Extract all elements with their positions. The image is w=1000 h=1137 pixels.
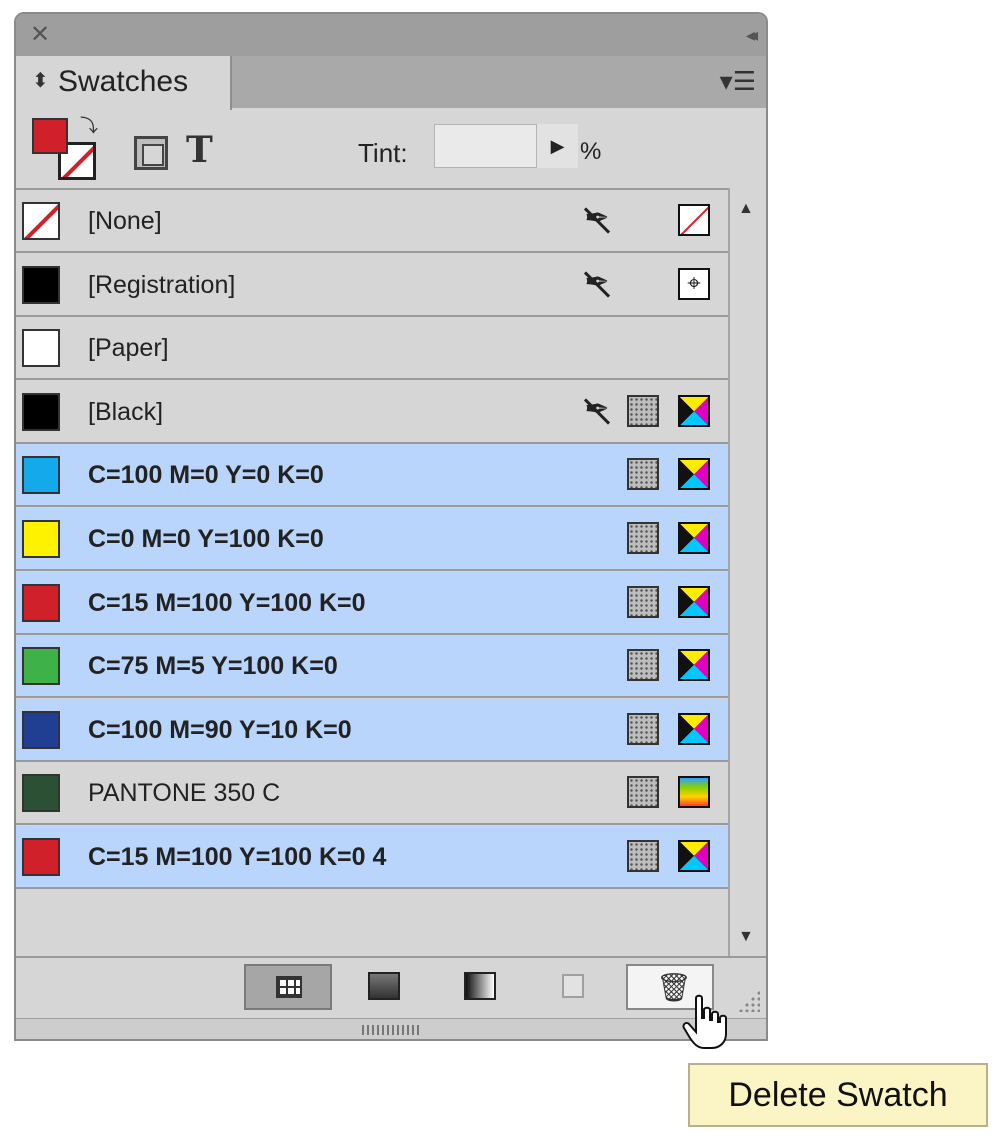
none-mode-icon bbox=[678, 204, 710, 236]
swatch-list-scrollbar[interactable]: ▲ ▼ bbox=[728, 188, 766, 956]
swatch-name: PANTONE 350 C bbox=[88, 779, 281, 808]
delete-swatch-tooltip: Delete Swatch bbox=[688, 1063, 988, 1127]
process-color-icon bbox=[627, 840, 659, 872]
new-swatch-button[interactable] bbox=[554, 964, 594, 1010]
hand-pointer-cursor-icon bbox=[682, 994, 727, 1049]
swatch-row[interactable]: C=100 M=0 Y=0 K=0 bbox=[16, 444, 728, 508]
cmyk-mode-icon bbox=[678, 522, 710, 554]
cmyk-mode-icon bbox=[678, 712, 710, 745]
swatch-name: C=100 M=90 Y=10 K=0 bbox=[88, 715, 352, 744]
process-color-icon bbox=[627, 585, 659, 618]
gradient-swatch-icon bbox=[464, 972, 496, 1000]
swatch-name: C=15 M=100 Y=100 K=0 4 bbox=[88, 843, 387, 871]
close-icon[interactable]: ✕ bbox=[30, 20, 50, 50]
swatch-row[interactable]: C=100 M=90 Y=10 K=0 bbox=[16, 698, 728, 762]
cmyk-mode-icon bbox=[678, 394, 710, 427]
swatch-row[interactable]: [Registration] ✒ ⌖ bbox=[16, 253, 728, 317]
tint-label: Tint: bbox=[358, 138, 408, 168]
swatch-row[interactable]: C=15 M=100 Y=100 K=0 4 bbox=[16, 826, 728, 889]
swatch-color-chip bbox=[22, 838, 60, 876]
panel-title-bar: ✕ ◂◂ bbox=[16, 14, 766, 56]
swatch-name: [Paper] bbox=[88, 334, 169, 363]
swatch-row[interactable]: C=0 M=0 Y=100 K=0 bbox=[16, 508, 728, 571]
formatting-affects-text-button[interactable]: T bbox=[186, 130, 213, 170]
process-color-icon bbox=[627, 394, 659, 427]
swap-fill-stroke-icon[interactable]: ⤵ bbox=[80, 112, 98, 138]
process-color-icon bbox=[627, 776, 659, 809]
swatch-color-chip bbox=[22, 392, 60, 431]
tab-swatches[interactable]: ⬍ Swatches bbox=[16, 56, 232, 110]
process-color-icon bbox=[627, 458, 659, 491]
swatch-row[interactable]: [Paper] bbox=[16, 317, 728, 381]
swatch-color-chip bbox=[22, 520, 60, 558]
swatch-color-chip bbox=[22, 774, 60, 813]
swatch-name: [Registration] bbox=[88, 270, 236, 299]
show-color-swatches-button[interactable] bbox=[364, 964, 404, 1010]
new-swatch-icon bbox=[562, 974, 584, 998]
cmyk-mode-icon bbox=[678, 649, 710, 682]
scroll-up-arrow[interactable]: ▲ bbox=[738, 200, 754, 218]
resize-gripper-icon[interactable] bbox=[738, 990, 760, 1012]
fill-swatch[interactable] bbox=[32, 118, 68, 154]
swatch-color-chip bbox=[22, 329, 60, 368]
tint-slider-arrow[interactable]: ▶ bbox=[536, 124, 578, 168]
swatch-toolbar: ⤵ T Tint: ▶ % bbox=[16, 108, 766, 188]
cmyk-mode-icon bbox=[678, 840, 710, 872]
color-swatch-icon bbox=[368, 972, 400, 1000]
formatting-affects-container-button[interactable] bbox=[134, 136, 168, 170]
swatch-list: [None] ✒ [Registration] ✒ ⌖ [Paper] [Black] ✒ C=… bbox=[16, 188, 728, 958]
registration-mode-icon: ⌖ bbox=[678, 267, 710, 300]
swatch-name: [Black] bbox=[88, 397, 164, 426]
show-gradient-swatches-button[interactable] bbox=[460, 964, 500, 1010]
panel-bottom-bar: 🗑 bbox=[16, 956, 766, 1018]
process-color-icon bbox=[627, 712, 659, 745]
cmyk-mode-icon bbox=[678, 585, 710, 618]
swatch-name: C=100 M=0 Y=0 K=0 bbox=[88, 461, 324, 490]
swatch-color-chip bbox=[22, 583, 60, 622]
swatch-row[interactable]: [Black] ✒ bbox=[16, 380, 728, 444]
swatch-name: C=15 M=100 Y=100 K=0 bbox=[88, 588, 366, 617]
tab-label: Swatches bbox=[58, 65, 189, 98]
swatch-name: C=0 M=0 Y=100 K=0 bbox=[88, 525, 324, 553]
swatch-name: [None] bbox=[88, 207, 162, 235]
tint-unit: % bbox=[580, 138, 602, 165]
process-color-icon bbox=[627, 649, 659, 682]
swatches-panel: ✕ ◂◂ ⬍ Swatches ▾☰ ⤵ T Tint: ▶ % [None] ✒… bbox=[14, 12, 768, 1041]
process-color-icon bbox=[627, 522, 659, 554]
swatch-name: C=75 M=5 Y=100 K=0 bbox=[88, 652, 338, 681]
cannot-edit-icon: ✒ bbox=[578, 265, 616, 303]
panel-tab-bar: ⬍ Swatches ▾☰ bbox=[16, 56, 766, 110]
swatch-color-chip bbox=[22, 265, 60, 304]
collapse-icon[interactable]: ◂◂ bbox=[746, 20, 758, 50]
cmyk-mode-icon bbox=[678, 458, 710, 491]
show-all-swatches-button[interactable] bbox=[244, 964, 332, 1010]
cannot-edit-icon: ✒ bbox=[578, 392, 616, 430]
scroll-down-arrow[interactable]: ▼ bbox=[738, 928, 754, 946]
cannot-edit-icon: ✒ bbox=[578, 201, 616, 239]
swatch-row[interactable]: C=15 M=100 Y=100 K=0 bbox=[16, 571, 728, 635]
spot-mode-icon bbox=[678, 776, 710, 809]
swatch-color-chip bbox=[22, 647, 60, 686]
panel-resize-strip[interactable] bbox=[16, 1018, 766, 1039]
swatch-color-chip bbox=[22, 710, 60, 749]
swatch-color-chip bbox=[22, 456, 60, 495]
resize-handle-icon[interactable] bbox=[362, 1025, 420, 1035]
grid-icon bbox=[276, 976, 302, 998]
swatch-row[interactable]: PANTONE 350 C bbox=[16, 762, 728, 826]
expand-toggle-icon[interactable]: ⬍ bbox=[32, 68, 49, 93]
swatch-color-chip bbox=[22, 202, 60, 240]
panel-menu-icon[interactable]: ▾☰ bbox=[720, 68, 756, 94]
swatch-row[interactable]: C=75 M=5 Y=100 K=0 bbox=[16, 635, 728, 699]
swatch-row[interactable]: [None] ✒ bbox=[16, 190, 728, 253]
